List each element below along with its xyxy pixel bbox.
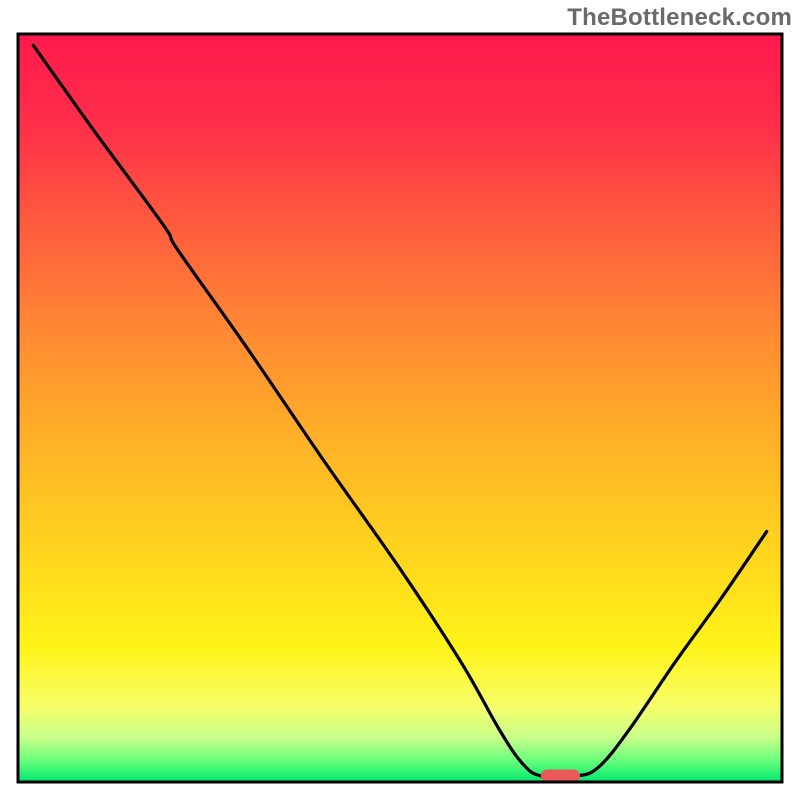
watermark-label: TheBottleneck.com xyxy=(567,4,792,32)
gradient-background xyxy=(18,34,782,782)
bottleneck-chart xyxy=(0,0,800,800)
optimal-marker xyxy=(541,770,579,782)
chart-container: TheBottleneck.com xyxy=(0,0,800,800)
